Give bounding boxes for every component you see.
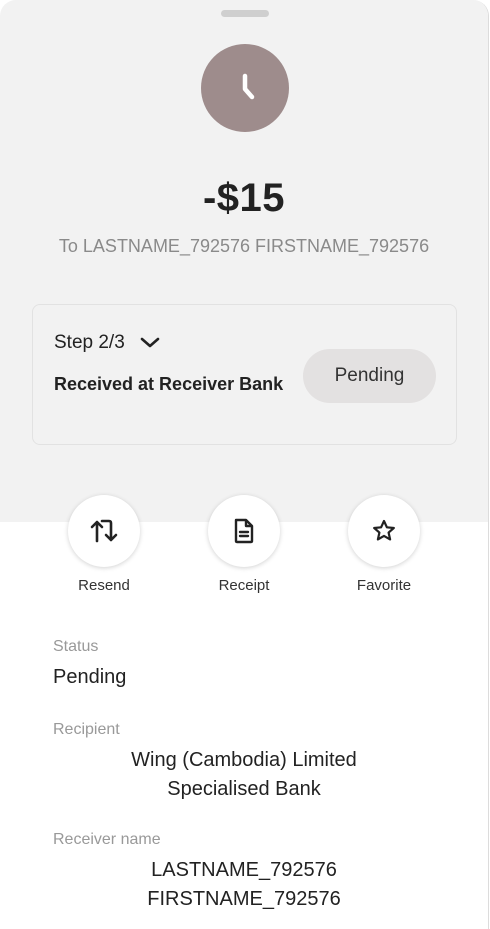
receipt-icon bbox=[234, 518, 254, 544]
repeat-icon bbox=[90, 519, 118, 543]
recipient-name-line-1: Wing (Cambodia) Limited bbox=[131, 749, 357, 771]
status-label: Status bbox=[53, 638, 99, 655]
transaction-amount: -$15 bbox=[202, 176, 286, 220]
resend-button[interactable] bbox=[68, 495, 140, 567]
status-badge: Pending bbox=[303, 349, 436, 403]
recipient-name-line-2: Specialised Bank bbox=[167, 778, 321, 800]
drag-handle[interactable] bbox=[221, 10, 269, 17]
resend-action[interactable]: Resend bbox=[54, 495, 154, 594]
star-icon bbox=[373, 519, 395, 541]
step-description: Received at Receiver Bank bbox=[54, 374, 284, 394]
transfer-status-card: Step 2/3 Received at Receiver Bank Pendi… bbox=[32, 304, 457, 445]
favorite-button[interactable] bbox=[348, 495, 420, 567]
pending-clock-icon bbox=[201, 44, 289, 132]
recipient-summary: To LASTNAME_792576 FIRSTNAME_792576 bbox=[58, 236, 430, 256]
step-label: Step 2/3 bbox=[54, 332, 125, 353]
favorite-label: Favorite bbox=[356, 577, 412, 594]
receiver-name-line-1: LASTNAME_792576 bbox=[151, 859, 337, 881]
transaction-detail-sheet: -$15 To LASTNAME_792576 FIRSTNAME_792576… bbox=[0, 0, 489, 929]
status-value: Pending bbox=[53, 666, 127, 688]
receipt-label: Receipt bbox=[218, 577, 270, 594]
receipt-action[interactable]: Receipt bbox=[194, 495, 294, 594]
receipt-button[interactable] bbox=[208, 495, 280, 567]
resend-label: Resend bbox=[78, 577, 130, 594]
receiver-name-label: Receiver name bbox=[53, 831, 161, 848]
chevron-down-icon bbox=[140, 337, 160, 348]
receiver-name-line-2: FIRSTNAME_792576 bbox=[147, 888, 341, 910]
recipient-label: Recipient bbox=[53, 721, 120, 738]
favorite-action[interactable]: Favorite bbox=[334, 495, 434, 594]
step-toggle[interactable]: Step 2/3 bbox=[54, 332, 161, 354]
